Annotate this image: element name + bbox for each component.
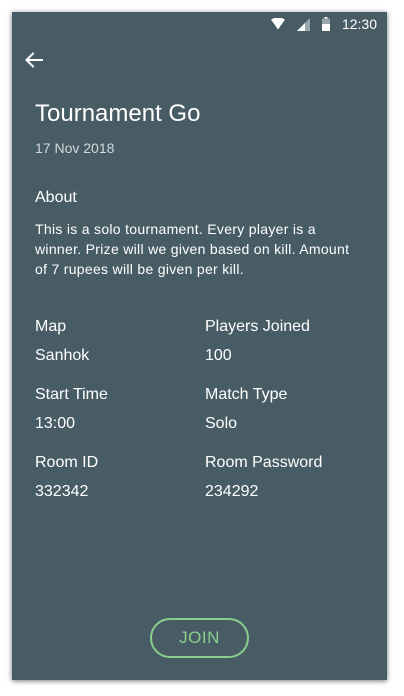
details-row: Room ID 332342 Room Password 234292 [35, 453, 375, 521]
room-id-label: Room ID [35, 454, 99, 471]
map-value: Sanhok [35, 347, 90, 364]
room-password-detail: Room Password 234292 [205, 453, 375, 521]
arrow-left-icon [25, 51, 43, 73]
wifi-icon [270, 18, 285, 30]
map-label: Map [35, 318, 67, 335]
start-time-value: 13:00 [35, 415, 76, 432]
details-row: Map Sanhok Players Joined 100 [35, 317, 375, 385]
tournament-details: Map Sanhok Players Joined 100 Start Time… [35, 317, 375, 521]
room-id-value: 332342 [35, 483, 89, 500]
status-time: 12:30 [341, 16, 377, 32]
join-button[interactable]: JOIN [150, 618, 249, 658]
start-time-detail: Start Time 13:00 [35, 385, 205, 453]
about-heading: About [35, 189, 77, 206]
match-type-label: Match Type [205, 386, 288, 403]
match-type-detail: Match Type Solo [205, 385, 375, 453]
signal-icon [296, 17, 310, 31]
start-time-label: Start Time [35, 386, 108, 403]
phone-screen: 12:30 Tournament Go 17 Nov 2018 About Th… [12, 12, 387, 680]
tournament-date: 17 Nov 2018 [35, 140, 115, 156]
room-password-label: Room Password [205, 454, 323, 471]
battery-icon [321, 17, 330, 31]
tournament-title: Tournament Go [35, 100, 201, 127]
map-detail: Map Sanhok [35, 317, 205, 385]
room-id-detail: Room ID 332342 [35, 453, 205, 521]
status-icons: 12:30 [270, 16, 377, 32]
players-joined-detail: Players Joined 100 [205, 317, 375, 385]
back-button[interactable] [22, 50, 46, 74]
players-joined-label: Players Joined [205, 318, 310, 335]
about-description: This is a solo tournament. Every player … [35, 221, 350, 277]
status-bar: 12:30 [12, 12, 387, 36]
details-row: Start Time 13:00 Match Type Solo [35, 385, 375, 453]
match-type-value: Solo [205, 415, 238, 432]
room-password-value: 234292 [205, 483, 259, 500]
players-joined-value: 100 [205, 347, 232, 364]
